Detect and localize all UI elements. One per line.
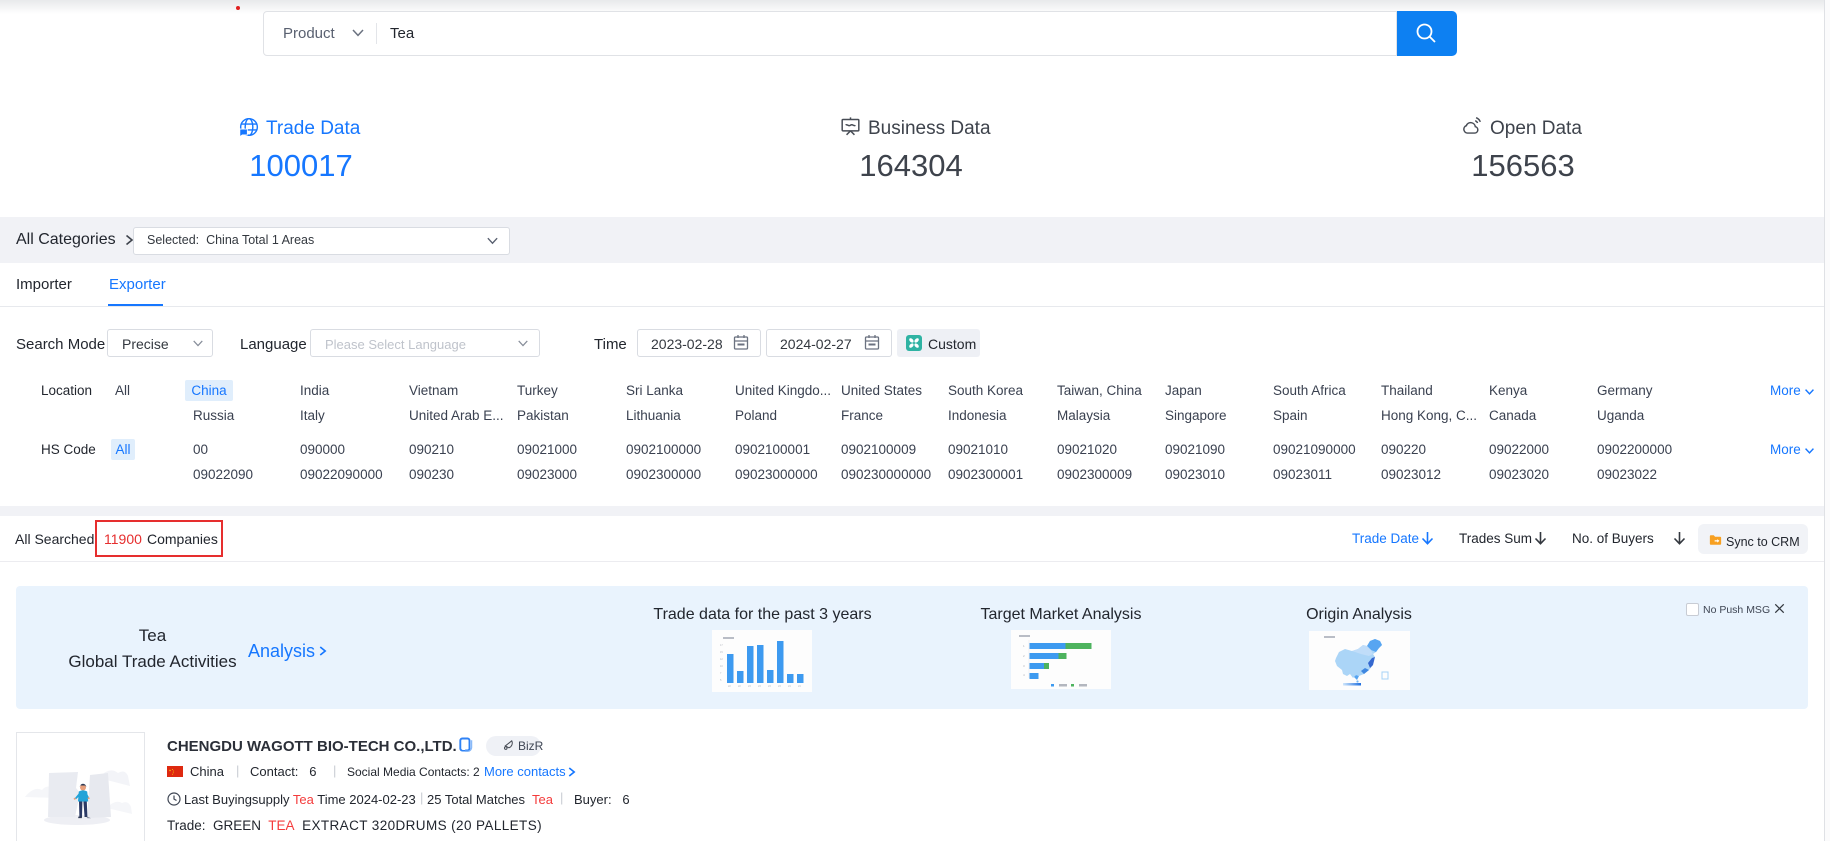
svg-text:24: 24: [798, 685, 801, 688]
svg-text:15: 15: [720, 651, 723, 654]
svg-text:2: 2: [1023, 654, 1025, 658]
svg-text:17: 17: [720, 644, 723, 647]
svg-text:4: 4: [1023, 673, 1025, 677]
svg-text:10: 10: [720, 665, 723, 668]
svg-text:3: 3: [1023, 664, 1025, 668]
svg-text:5: 5: [720, 679, 722, 682]
svg-text:12: 12: [720, 658, 723, 661]
svg-text:23: 23: [748, 685, 751, 688]
svg-text:22: 22: [738, 685, 741, 688]
svg-text:23: 23: [778, 685, 781, 688]
svg-text:22: 22: [728, 685, 731, 688]
svg-text:24: 24: [788, 685, 791, 688]
svg-text:23: 23: [758, 685, 761, 688]
svg-text:23: 23: [768, 685, 771, 688]
svg-text:1: 1: [1023, 644, 1025, 648]
svg-text:7: 7: [720, 672, 722, 675]
